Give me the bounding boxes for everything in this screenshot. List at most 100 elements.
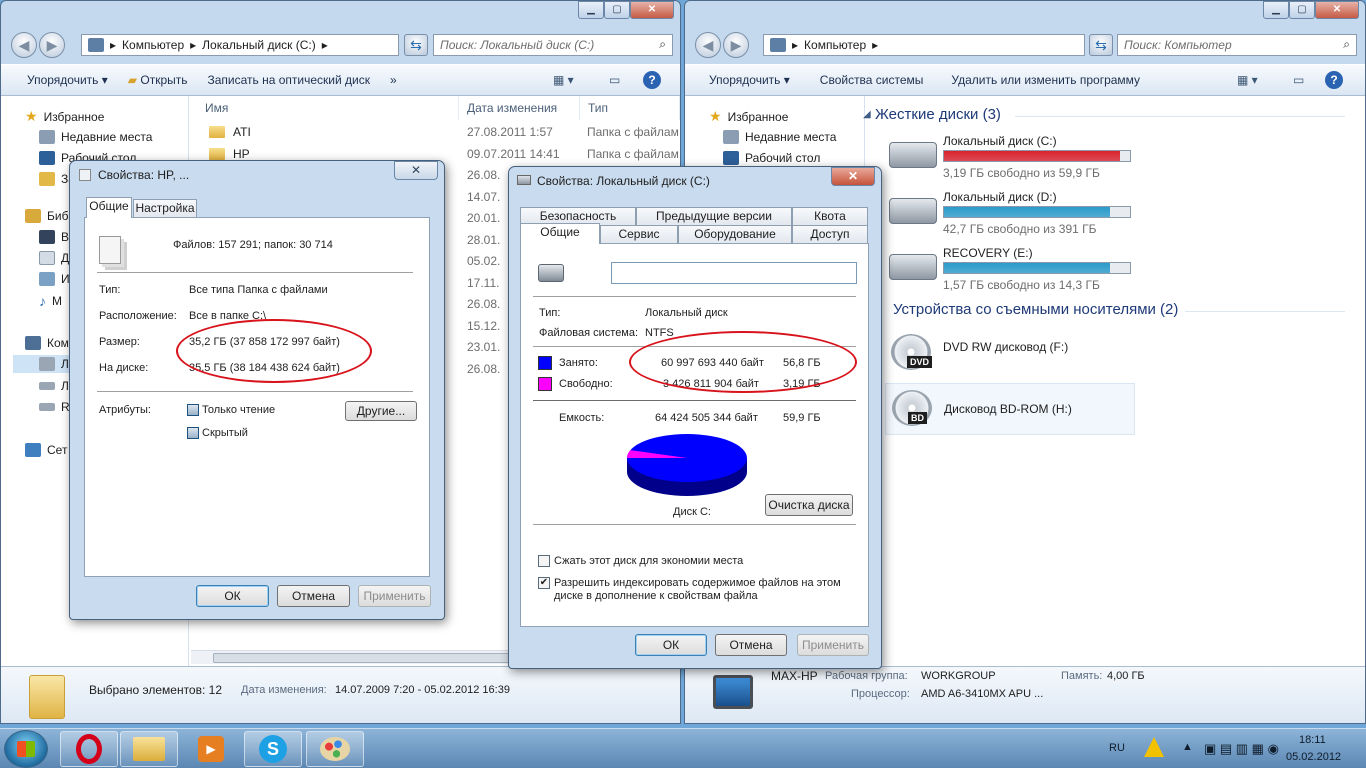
index-checkbox[interactable]: ✔ xyxy=(538,577,550,589)
dialog-close-button[interactable]: ✕ xyxy=(394,161,438,180)
close-button[interactable]: ✕ xyxy=(630,1,674,19)
minimize-button[interactable]: ▁ xyxy=(578,1,604,19)
breadcrumb-drive-c[interactable]: Локальный диск (C:) xyxy=(202,38,316,52)
tab-hardware[interactable]: Оборудование xyxy=(678,225,792,244)
nav-computer[interactable]: Ком xyxy=(25,336,69,350)
nav-music[interactable]: ♪ М xyxy=(39,293,62,309)
drive-item[interactable]: Локальный диск (C:) 3,19 ГБ свободно из 5… xyxy=(889,134,1149,186)
address-bar[interactable]: ▸ Компьютер ▸ Локальный диск (C:) ▸ xyxy=(81,34,399,56)
open-button[interactable]: ▰ Открыть xyxy=(118,73,198,87)
show-hidden-icons[interactable]: ▲ xyxy=(1182,741,1193,753)
back-button[interactable]: ◀ xyxy=(11,32,37,58)
drive-item[interactable]: RECOVERY (E:) 1,57 ГБ свободно из 14,3 ГБ xyxy=(889,246,1149,298)
search-input[interactable]: Поиск: Компьютер ⌕ xyxy=(1117,34,1357,56)
tab-quota[interactable]: Квота xyxy=(792,207,868,226)
separator xyxy=(533,296,856,297)
close-button[interactable]: ✕ xyxy=(1315,1,1359,19)
nav-recent-places[interactable]: Недавние места xyxy=(39,130,152,144)
tab-tools[interactable]: Сервис xyxy=(600,225,678,244)
hard-drive-icon xyxy=(889,198,937,224)
hidden-checkbox[interactable] xyxy=(187,427,199,439)
ok-button[interactable]: ОК xyxy=(635,634,707,656)
action-center-icon[interactable] xyxy=(1144,737,1164,757)
taskbar-opera[interactable] xyxy=(60,731,118,767)
removable-group-header[interactable]: Устройства со съемными носителями (2) xyxy=(893,301,1178,318)
other-attributes-button[interactable]: Другие... xyxy=(345,401,417,421)
forward-button[interactable]: ▶ xyxy=(39,32,65,58)
property-label: Расположение: xyxy=(99,310,177,322)
organize-menu[interactable]: Упорядочить ▾ xyxy=(1,73,118,87)
tab-general[interactable]: Общие xyxy=(520,223,600,244)
nav-recent-places[interactable]: Недавние места xyxy=(723,130,836,144)
view-options-icon[interactable]: ▦ ▾ xyxy=(1237,73,1258,87)
column-header-type[interactable]: Тип xyxy=(580,96,680,120)
preview-pane-icon[interactable]: ▭ xyxy=(609,73,620,87)
forward-button[interactable]: ▶ xyxy=(723,32,749,58)
cancel-button[interactable]: Отмена xyxy=(277,585,350,607)
refresh-button[interactable]: ⇆ xyxy=(1089,34,1113,56)
help-icon[interactable]: ? xyxy=(1325,71,1343,89)
drive-large-icon xyxy=(538,264,564,282)
readonly-checkbox[interactable] xyxy=(187,404,199,416)
disk-cleanup-button[interactable]: Очистка диска xyxy=(765,494,853,516)
more-commands-button[interactable]: » xyxy=(380,73,407,87)
folder-properties-dialog: Свойства: HP, ... ✕ Общие Настройка Файл… xyxy=(69,160,445,620)
clock-time[interactable]: 18:11 xyxy=(1299,734,1326,746)
capacity-label: Емкость: xyxy=(559,412,605,424)
drive-usage-fill xyxy=(944,207,1110,217)
start-button[interactable] xyxy=(4,730,48,768)
tab-general[interactable]: Общие xyxy=(86,197,132,218)
breadcrumb-computer[interactable]: Компьютер xyxy=(122,38,184,52)
back-button[interactable]: ◀ xyxy=(695,32,721,58)
help-icon[interactable]: ? xyxy=(643,71,661,89)
system-properties-button[interactable]: Свойства системы xyxy=(800,73,934,87)
burn-button[interactable]: Записать на оптический диск xyxy=(198,73,381,87)
preview-pane-icon[interactable]: ▭ xyxy=(1293,73,1304,87)
removable-drive-item[interactable]: DVD DVD RW дисковод (F:) xyxy=(885,328,1135,380)
search-input[interactable]: Поиск: Локальный диск (C:) ⌕ xyxy=(433,34,673,56)
media-player-icon: ▶ xyxy=(198,736,224,762)
taskbar-media-player[interactable]: ▶ xyxy=(182,731,240,767)
taskbar-paint[interactable] xyxy=(306,731,364,767)
nav-libraries[interactable]: Биб xyxy=(25,209,68,223)
maximize-button[interactable]: ▢ xyxy=(604,1,630,19)
minimize-button[interactable]: ▁ xyxy=(1263,1,1289,19)
clock-date[interactable]: 05.02.2012 xyxy=(1286,751,1341,763)
nav-network[interactable]: Сет xyxy=(25,443,67,457)
cpu-value: AMD A6-3410MX APU ... xyxy=(921,688,1044,700)
tab-sharing[interactable]: Доступ xyxy=(792,225,868,244)
nav-favorites[interactable]: ★ Избранное xyxy=(709,108,788,125)
hard-drives-group-header[interactable]: ◢ Жесткие диски (3) xyxy=(863,106,1001,123)
apply-button[interactable]: Применить xyxy=(797,634,869,656)
file-date: 17.11. xyxy=(467,275,500,290)
taskbar-explorer[interactable] xyxy=(120,731,178,767)
tray-icons[interactable]: ▣ ▤ ▥ ▦ ◉ xyxy=(1204,741,1279,757)
address-bar[interactable]: ▸ Компьютер ▸ xyxy=(763,34,1085,56)
nav-desktop[interactable]: Рабочий стол xyxy=(723,151,820,165)
apply-button[interactable]: Применить xyxy=(358,585,431,607)
column-header-name[interactable]: Имя xyxy=(197,96,459,120)
taskbar-skype[interactable]: S xyxy=(244,731,302,767)
breadcrumb-computer[interactable]: Компьютер xyxy=(804,38,866,52)
organize-menu[interactable]: Упорядочить ▾ xyxy=(685,73,800,87)
tab-customize[interactable]: Настройка xyxy=(133,199,197,218)
maximize-button[interactable]: ▢ xyxy=(1289,1,1315,19)
view-options-icon[interactable]: ▦ ▾ xyxy=(553,73,574,87)
drive-label-input[interactable] xyxy=(611,262,857,284)
ok-button[interactable]: ОК xyxy=(196,585,269,607)
column-header-date[interactable]: Дата изменения xyxy=(459,96,580,120)
removable-drive-item[interactable]: BD Дисковод BD-ROM (H:) xyxy=(885,383,1135,435)
file-date: 27.08.2011 1:57 xyxy=(467,125,553,139)
language-indicator[interactable]: RU xyxy=(1109,742,1125,754)
nav-favorites[interactable]: ★ Избранное xyxy=(25,108,104,125)
refresh-button[interactable]: ⇆ xyxy=(404,34,428,56)
property-value: Все типа Папка с файлами xyxy=(189,284,328,296)
files-stack-icon xyxy=(99,236,121,264)
cancel-button[interactable]: Отмена xyxy=(715,634,787,656)
dialog-close-button[interactable]: ✕ xyxy=(831,167,875,186)
tab-previous-versions[interactable]: Предыдущие версии xyxy=(636,207,792,226)
drive-item[interactable]: Локальный диск (D:) 42,7 ГБ свободно из 3… xyxy=(889,190,1149,242)
file-row[interactable]: ATI 27.08.2011 1:57 Папка с файлам xyxy=(197,122,680,142)
compress-checkbox[interactable] xyxy=(538,555,550,567)
uninstall-program-button[interactable]: Удалить или изменить программу xyxy=(933,73,1150,87)
